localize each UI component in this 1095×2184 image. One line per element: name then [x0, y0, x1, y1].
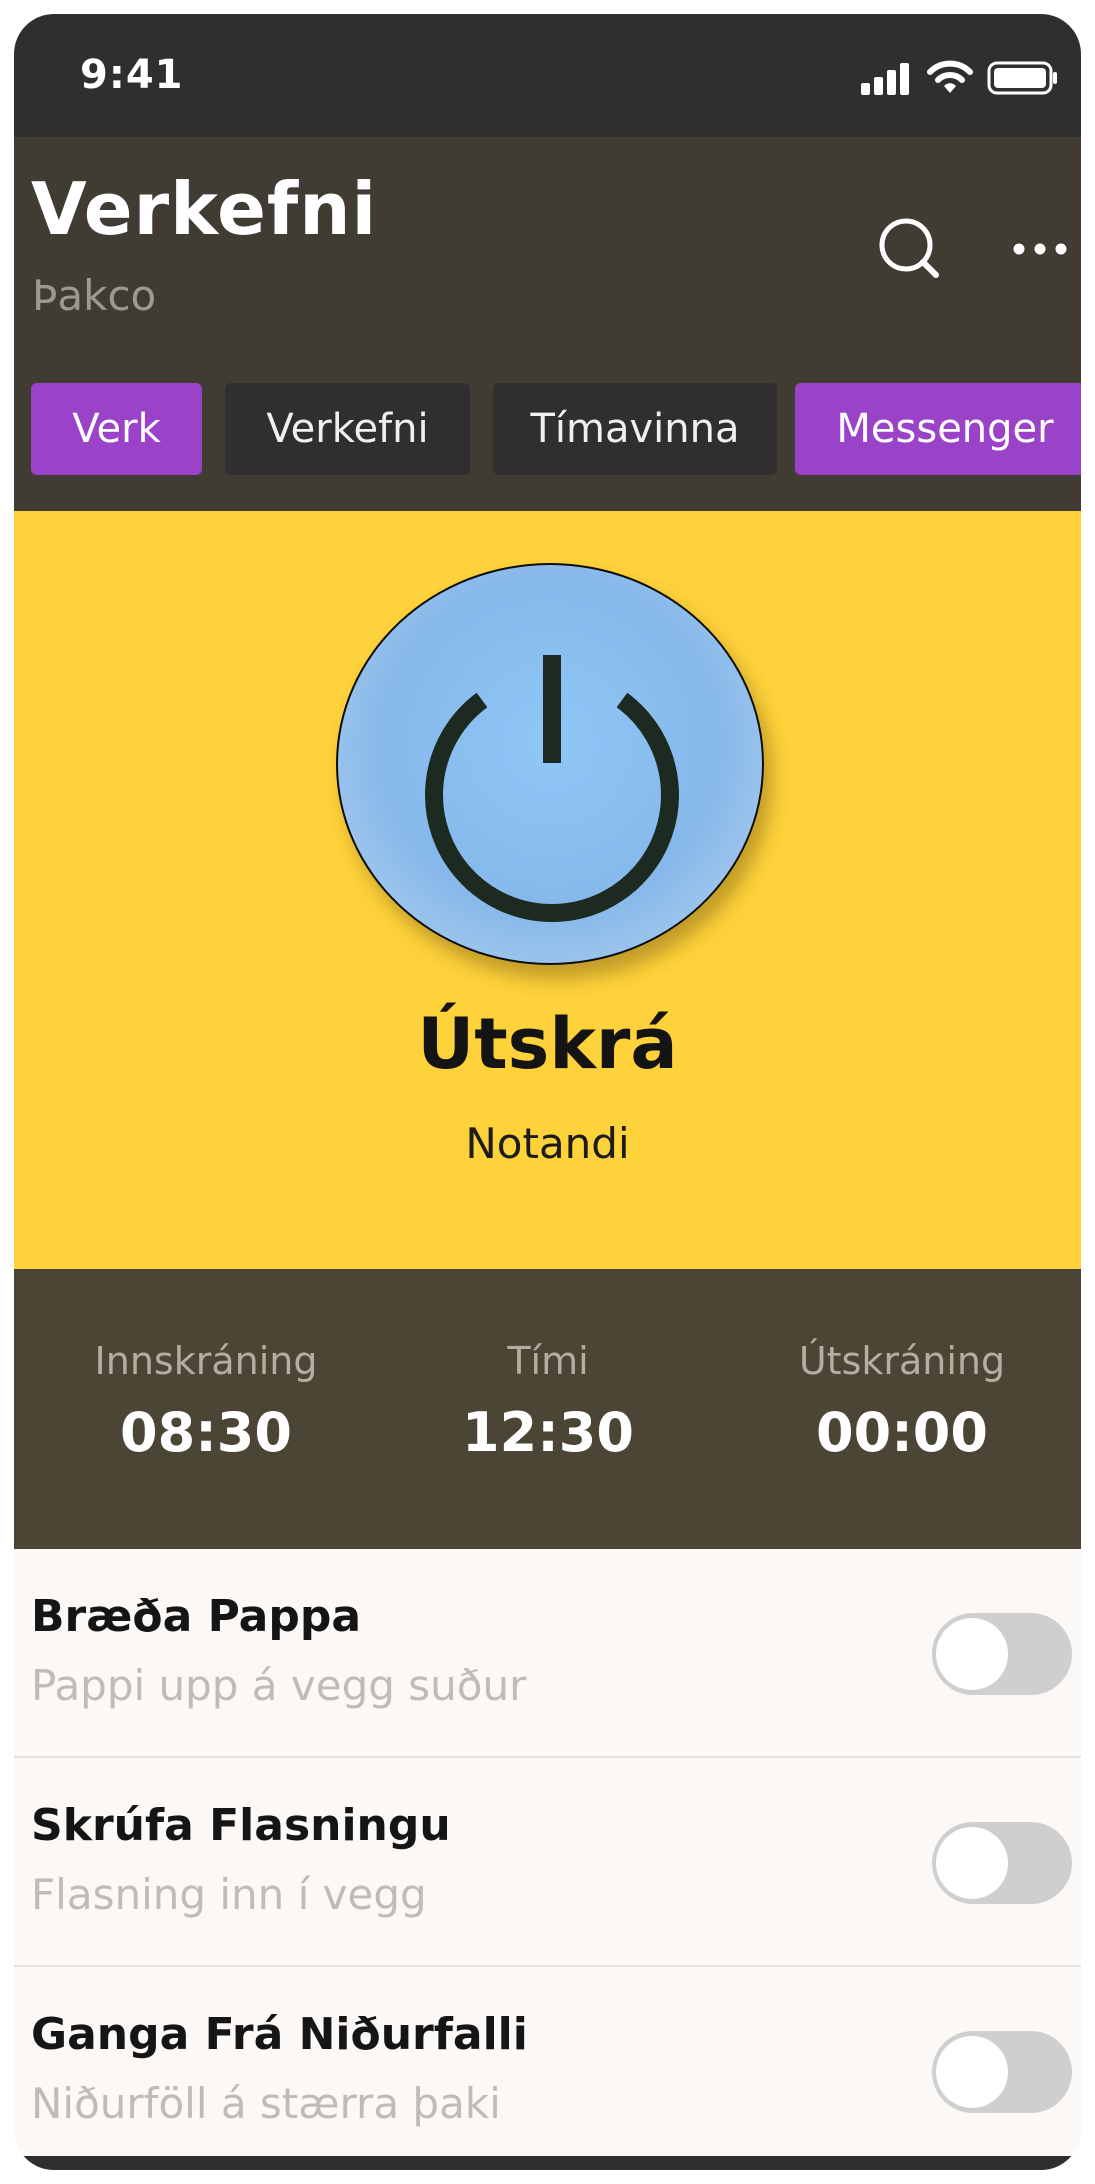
stat-logout-label: Útskráning — [798, 1339, 1006, 1383]
task-description: Niðurföll á stærra þaki — [31, 2079, 501, 2128]
stat-time-value: 12:30 — [462, 1401, 634, 1464]
search-button[interactable] — [876, 215, 946, 285]
stat-login: Innskráning 08:30 — [26, 1339, 386, 1464]
task-title: Ganga Frá Niðurfalli — [31, 2009, 528, 2060]
power-button[interactable] — [336, 563, 764, 965]
signal-icon — [861, 63, 909, 95]
stat-time: Tími 12:30 — [368, 1339, 728, 1464]
list-item: Skrúfa Flasningu Flasning inn í vegg — [14, 1758, 1081, 1967]
stat-logout: Útskráning 00:00 — [722, 1339, 1081, 1464]
task-toggle[interactable] — [932, 2031, 1072, 2113]
list-item: Ganga Frá Niðurfalli Niðurföll á stærra … — [14, 1967, 1081, 2170]
tab-verkefni[interactable]: Verkefni — [225, 383, 470, 475]
phone-screen: 9:41 Verkefni Þakco Verk Verkefni Tímavi… — [14, 14, 1081, 2170]
status-icons — [859, 58, 1059, 98]
stat-login-label: Innskráning — [94, 1339, 318, 1383]
more-icon — [1013, 243, 1067, 255]
tab-verk[interactable]: Verk — [31, 383, 202, 475]
task-title: Skrúfa Flasningu — [31, 1800, 451, 1851]
task-title: Bræða Pappa — [31, 1591, 362, 1642]
tab-messenger[interactable]: Messenger — [795, 383, 1081, 475]
toggle-knob — [936, 1618, 1008, 1690]
more-button[interactable] — [1010, 233, 1070, 265]
app-header: Verkefni Þakco Verk Verkefni Tímavinna M… — [14, 137, 1081, 511]
list-item: Bræða Pappa Pappi upp á vegg suður — [14, 1549, 1081, 1758]
clock-out-panel: Útskrá Notandi — [14, 511, 1081, 1269]
status-bar: 9:41 — [14, 14, 1081, 137]
task-description: Pappi upp á vegg suður — [31, 1661, 527, 1710]
company-name: Þakco — [32, 271, 157, 320]
task-toggle[interactable] — [932, 1822, 1072, 1904]
user-label: Notandi — [465, 1119, 630, 1168]
page-title: Verkefni — [31, 167, 378, 251]
logout-title: Útskrá — [417, 1003, 678, 1085]
stat-login-value: 08:30 — [120, 1401, 292, 1464]
toggle-knob — [936, 1827, 1008, 1899]
power-icon — [425, 655, 679, 922]
status-time: 9:41 — [80, 52, 184, 98]
toggle-knob — [936, 2036, 1008, 2108]
time-stats: Innskráning 08:30 Tími 12:30 Útskráning … — [14, 1269, 1081, 1549]
tab-timavinna[interactable]: Tímavinna — [493, 383, 777, 475]
task-toggle[interactable] — [932, 1613, 1072, 1695]
task-list: Bræða Pappa Pappi upp á vegg suður Skrúf… — [14, 1549, 1081, 2170]
wifi-icon — [927, 60, 973, 93]
search-icon — [879, 218, 939, 278]
bottom-bar — [14, 2156, 1081, 2170]
stat-logout-value: 00:00 — [816, 1401, 988, 1464]
battery-icon — [987, 61, 1057, 95]
tab-bar: Verk Verkefni Tímavinna Messenger — [14, 383, 1081, 479]
task-description: Flasning inn í vegg — [31, 1870, 427, 1919]
stat-time-label: Tími — [507, 1339, 589, 1383]
